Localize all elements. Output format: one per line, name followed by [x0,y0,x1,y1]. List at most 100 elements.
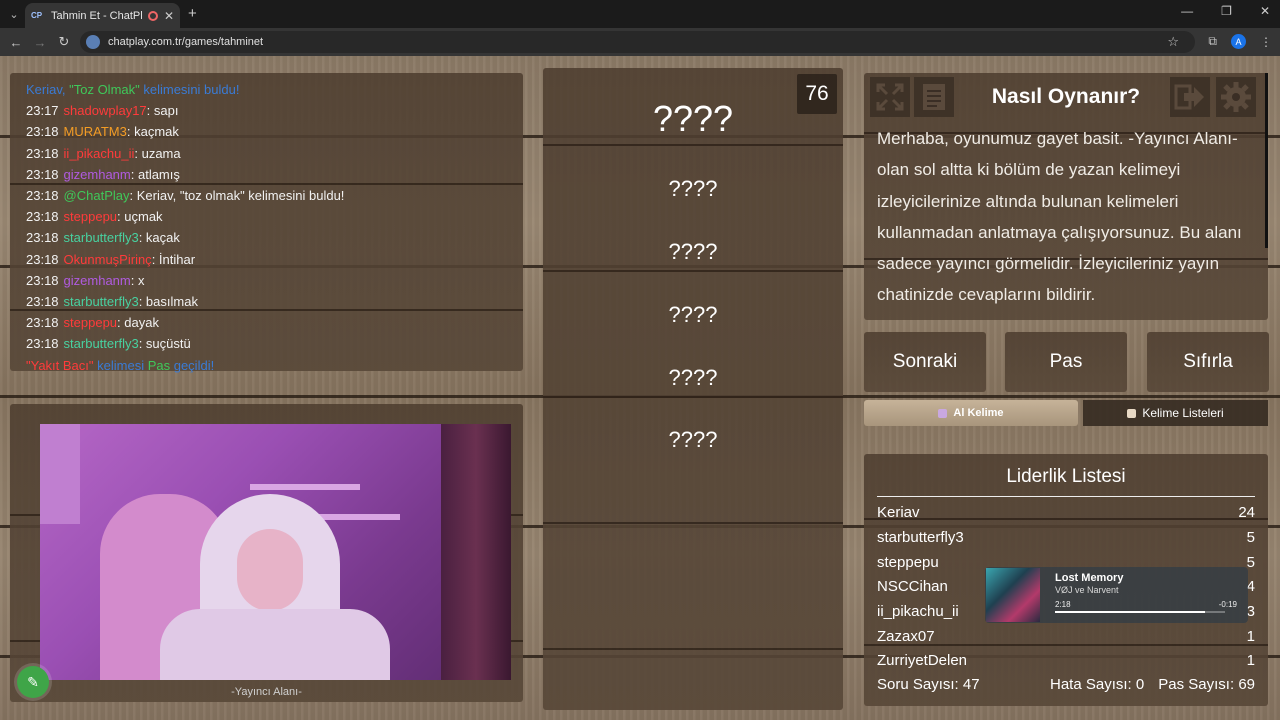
browser-tab[interactable]: CP Tahmin Et - ChatPlay ✕ [25,3,180,28]
restore-icon[interactable]: ❐ [1221,4,1232,18]
word-icon [938,408,948,418]
taboo-word: ???? [668,302,718,327]
forward-icon[interactable]: → [28,35,52,50]
pass-button[interactable]: Pas [1005,332,1127,392]
settings-gear-icon[interactable] [1216,77,1256,117]
chat-message: 23:18 steppepu: dayak [26,312,507,333]
bookmark-star-icon[interactable]: ☆ [1167,34,1179,50]
menu-kebab-icon[interactable]: ⋮ [1260,35,1272,49]
word-lists-button[interactable]: Kelime Listeleri [1083,400,1268,426]
chat-text-segment: gizemhanm [63,272,131,288]
recording-icon [147,10,158,21]
chat-text-segment: : Keriav, "toz olmak" kelimesini buldu! [129,188,345,204]
reload-icon[interactable]: ↻ [52,34,76,50]
leaderboard-row: starbutterfly3 5 [877,529,1255,546]
how-to-play-text: Merhaba, oyunumuz gayet basit. -Yayıncı … [877,129,1242,305]
chat-timestamp: 23:18 [26,188,59,204]
streamer-area-label: -Yayıncı Alanı- [231,686,302,698]
leaderboard-title: Liderlik Listesi [877,466,1255,497]
word-panel: 76 ???? ???? ???? ???? ???? ???? [543,68,843,710]
tab-title: Tahmin Et - ChatPlay [51,9,142,22]
streamer-tool-button[interactable]: ✎ [17,666,49,698]
chat-text-segment: : İntihar [151,251,196,267]
chat-text-segment: Keriav, [26,82,70,97]
scrollbar[interactable] [1265,73,1268,248]
browser-toolbar: ← → ↻ chatplay.com.tr/games/tahminet ☆ ⧉… [0,28,1280,56]
word-lists-label: Kelime Listeleri [1142,406,1224,420]
target-word: ???? [652,98,734,139]
minimize-icon[interactable]: — [1181,4,1193,18]
chat-message: 23:18 gizemhanm: atlamış [26,164,507,185]
track-elapsed: 2:18 [1055,600,1071,609]
chat-message: 23:18 ii_pikachu_ii: uzama [26,143,507,164]
chat-text-segment: : basılmak [138,294,198,310]
list-icon [1127,408,1137,418]
track-artist: VØJ ve Narvent [1055,585,1119,595]
close-tab-icon[interactable]: ✕ [164,9,174,23]
reset-button[interactable]: Sıfırla [1147,332,1269,392]
chat-timestamp: 23:18 [26,294,59,310]
chat-text-segment: : suçüstü [138,336,191,352]
chat-timestamp: 23:18 [26,315,59,331]
chat-message: Keriav, "Toz Olmak" kelimesini buldu! [26,79,507,100]
window-controls: — ❐ ✕ [1181,4,1270,18]
pass-count: Pas Sayısı: 69 [1158,676,1255,693]
track-progress[interactable] [1055,611,1225,613]
webcam-feed [40,424,511,680]
chat-text-segment: ii_pikachu_ii [63,145,135,161]
get-word-button[interactable]: Al Kelime [864,400,1078,426]
chat-text-segment: : dayak [117,315,159,331]
new-tab-icon[interactable]: + [188,5,197,22]
media-overlay[interactable]: Lost Memory VØJ ve Narvent 2:18 -0:19 [985,567,1248,623]
site-info-icon[interactable] [86,35,100,49]
get-word-label: Al Kelime [953,407,1004,419]
chat-timestamp: 23:18 [26,124,59,140]
chat-text-segment: MURATM3 [63,124,127,140]
chat-message: 23:17 shadowplay17: sapı [26,100,507,121]
back-icon[interactable]: ← [4,35,28,50]
taboo-word: ???? [668,239,718,264]
leaderboard-row: Zazax07 1 [877,628,1255,645]
player-name: Zazax07 [877,628,935,645]
album-art [986,568,1040,622]
url-text: chatplay.com.tr/games/tahminet [108,36,264,48]
player-name: steppepu [877,554,939,571]
tab-favicon: CP [31,11,43,20]
taboo-word: ???? [668,365,718,390]
profile-avatar[interactable]: A [1231,34,1246,49]
player-name: starbutterfly3 [877,529,964,546]
exit-icon[interactable] [1170,77,1210,117]
player-name: NSCCihan [877,578,948,595]
chat-timestamp: 23:18 [26,336,59,352]
player-name: Keriav [877,504,920,521]
close-window-icon[interactable]: ✕ [1260,4,1270,18]
streamer-area: -Yayıncı Alanı- [10,404,523,702]
leaderboard-row: Keriav 24 [877,504,1255,521]
player-score: 5 [1246,554,1255,571]
chat-text-segment: : uzama [134,145,181,161]
chat-text-segment: OkunmuşPirinç [63,251,152,267]
tab-search-icon[interactable]: ⌄ [0,0,28,28]
chat-timestamp: 23:18 [26,251,59,267]
chat-timestamp: 23:18 [26,272,59,288]
chat-text-segment: @ChatPlay [63,188,130,204]
chat-text-segment: "Yakıt Bacı" [26,357,94,373]
chat-text-segment: : kaçmak [126,124,179,140]
browser-tabstrip: ⌄ CP Tahmin Et - ChatPlay ✕ + — ❐ ✕ [0,0,1280,28]
next-button[interactable]: Sonraki [864,332,986,392]
player-score: 24 [1238,504,1255,521]
taboo-word: ???? [668,427,718,452]
address-bar[interactable]: chatplay.com.tr/games/tahminet ☆ [80,31,1195,53]
chat-text-segment: geçildi! [170,357,215,373]
question-count: Soru Sayısı: 47 [877,676,980,693]
leaderboard-row: ZurriyetDelen 1 [877,652,1255,669]
chat-text-segment: gizemhanm [63,166,131,182]
chat-text-segment: steppepu [63,209,118,225]
extensions-icon[interactable]: ⧉ [1208,34,1217,49]
chat-message: 23:18 starbutterfly3: kaçak [26,227,507,248]
track-remaining: -0:19 [1218,600,1237,609]
chat-message: 23:18 @ChatPlay: Keriav, "toz olmak" keli… [26,185,507,206]
chat-text-segment: : x [130,272,145,288]
player-score: 1 [1246,628,1255,645]
chat-message: 23:18 starbutterfly3: basılmak [26,291,507,312]
